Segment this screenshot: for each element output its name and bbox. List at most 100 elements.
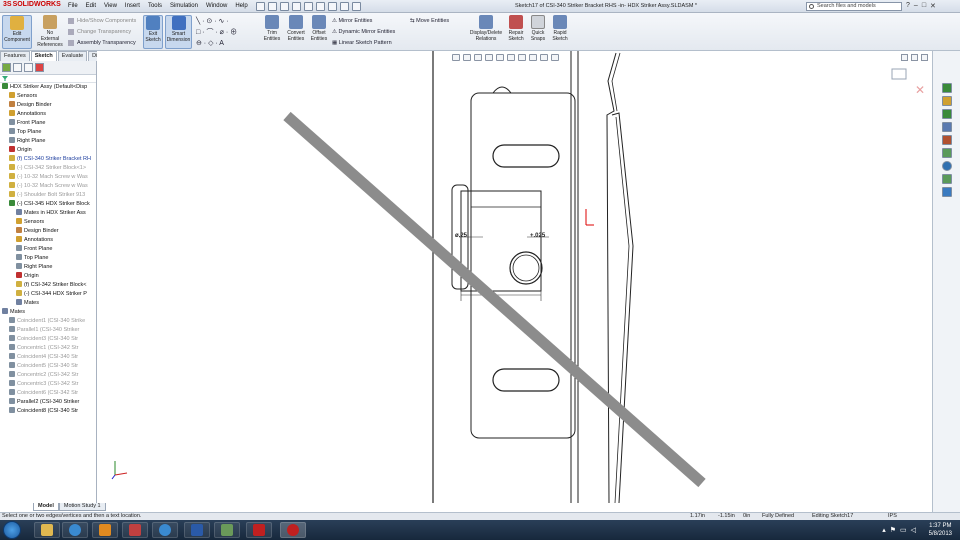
tab-evaluate[interactable]: Evaluate (57, 51, 88, 61)
file-properties-icon[interactable] (340, 2, 349, 11)
exit-sketch-button[interactable]: Exit Sketch (143, 15, 163, 49)
tree-item[interactable]: Origin (0, 146, 96, 155)
tree-item[interactable]: Coincident8 (CSI-340 Str (0, 407, 96, 416)
file-explorer-icon[interactable] (941, 109, 952, 119)
taskbar-word[interactable] (184, 522, 210, 538)
assembly-transparency-button[interactable]: Assembly Transparency (68, 38, 136, 49)
menu-edit[interactable]: Edit (86, 3, 96, 9)
trim-entities-button[interactable]: Trim Entities (262, 15, 282, 42)
tree-item[interactable]: Top Plane (0, 128, 96, 137)
tree-item[interactable]: Concentric1 (CSI-342 Str (0, 344, 96, 353)
hide-show-components-button[interactable]: Hide/Show Components (68, 16, 136, 27)
tree-item[interactable]: Annotations (0, 110, 96, 119)
tree-item[interactable]: Front Plane (0, 245, 96, 254)
tree-item[interactable]: Top Plane (0, 254, 96, 263)
graphics-area[interactable]: ✕ ø.25 +.025 (97, 51, 932, 503)
clock[interactable]: 1:37 PM 5/8/2013 (929, 522, 952, 538)
tree-item[interactable]: Right Plane (0, 137, 96, 146)
smart-dimension-button[interactable]: Smart Dimension (165, 15, 192, 49)
rectangle-tool-icon[interactable]: □ · ⌒ · ⌀ · ⊕ (196, 27, 237, 38)
new-document-icon[interactable] (256, 2, 265, 11)
flag-icon[interactable]: ⚑ (890, 526, 896, 534)
convert-entities-button[interactable]: Convert Entities (284, 15, 308, 42)
dimension-left-label[interactable]: ø.25 (455, 233, 467, 239)
close-button[interactable]: ✕ (930, 2, 936, 10)
tree-item[interactable]: Concentric2 (CSI-342 Str (0, 371, 96, 380)
network-icon[interactable]: ▭ (900, 526, 907, 534)
menu-tools[interactable]: Tools (148, 3, 162, 9)
start-button[interactable] (3, 521, 21, 539)
tree-item[interactable]: Parallel1 (CSI-340 Striker (0, 326, 96, 335)
solidworks-logo[interactable]: 3SSOLIDWORKS (3, 1, 61, 8)
taskbar-ie[interactable] (62, 522, 88, 538)
custom-properties-icon[interactable] (941, 148, 952, 158)
dimension-right-label[interactable]: +.025 (530, 233, 545, 239)
view-palette-icon[interactable] (941, 122, 952, 132)
tree-item[interactable]: HDX Striker Assy (Default<Disp (0, 83, 96, 92)
tab-sketch[interactable]: Sketch (30, 51, 57, 61)
appearances-icon[interactable] (941, 135, 952, 145)
tree-item[interactable]: (f) CSI-340 Striker Bracket RH (0, 155, 96, 164)
tree-item[interactable]: Annotations (0, 236, 96, 245)
tree-item[interactable]: (-) 10-32 Mach Screw w Was (0, 173, 96, 182)
edit-component-button[interactable]: Edit Component (2, 15, 32, 49)
tree-item[interactable]: Design Binder (0, 227, 96, 236)
linear-sketch-pattern-button[interactable]: ▦ Linear Sketch Pattern (332, 38, 395, 49)
tree-item[interactable]: Right Plane (0, 263, 96, 272)
menu-file[interactable]: File (68, 3, 78, 9)
offset-entities-button[interactable]: Offset Entities (309, 15, 329, 42)
tree-item[interactable]: (-) Shoulder Bolt Striker 913 (0, 191, 96, 200)
tree-item[interactable]: Concentric3 (CSI-342 Str (0, 380, 96, 389)
tree-filter[interactable] (0, 75, 96, 83)
taskbar-outlook[interactable] (92, 522, 118, 538)
tree-item[interactable]: Coincident3 (CSI-340 Str (0, 335, 96, 344)
mirror-entities-button[interactable]: ⚠ Mirror Entities (332, 16, 395, 27)
display-delete-relations-button[interactable]: Display/Delete Relations (468, 15, 504, 42)
configuration-manager-icon[interactable] (24, 63, 33, 72)
tab-motion-study-1[interactable]: Motion Study 1 (58, 503, 106, 511)
menu-view[interactable]: View (104, 3, 117, 9)
change-transparency-button[interactable]: Change Transparency (68, 27, 136, 38)
options-icon[interactable] (352, 2, 361, 11)
tree-item[interactable]: Origin (0, 272, 96, 281)
tree-item[interactable]: Coincident4 (CSI-340 Str (0, 353, 96, 362)
line-tool-icon[interactable]: ╲ · ⊙ · ∿ · (196, 16, 237, 27)
help-icon[interactable]: ? (906, 2, 910, 10)
move-entities-button[interactable]: ⇆ Move Entities (410, 16, 449, 27)
tree-item[interactable]: Mates (0, 308, 96, 317)
tree-item[interactable]: Coincident6 (CSI-342 Str (0, 389, 96, 398)
tree-item[interactable]: Front Plane (0, 119, 96, 128)
undo-icon[interactable] (304, 2, 313, 11)
tab-features[interactable]: Features (0, 51, 30, 61)
slot-tool-icon[interactable]: ⊖ · ◇ · A (196, 38, 237, 49)
3d-content-icon[interactable] (941, 187, 952, 197)
appearance-manager-icon[interactable] (35, 63, 44, 72)
taskbar-acrobat[interactable] (246, 522, 272, 538)
tree-item[interactable]: (-) CSI-344 HDX Striker P (0, 290, 96, 299)
open-icon[interactable] (268, 2, 277, 11)
rapid-sketch-button[interactable]: Rapid Sketch (550, 15, 570, 42)
tray-arrow-icon[interactable]: ▴ (882, 526, 886, 534)
tree-item[interactable]: Sensors (0, 218, 96, 227)
tree-item[interactable]: Coincident5 (CSI-340 Str (0, 362, 96, 371)
resources-icon[interactable] (941, 83, 952, 93)
restore-button[interactable]: □ (922, 2, 926, 10)
menu-window[interactable]: Window (206, 3, 227, 9)
tree-item[interactable]: Parallel2 (CSI-340 Striker (0, 398, 96, 407)
dynamic-mirror-button[interactable]: ⚠ Dynamic Mirror Entities (332, 27, 395, 38)
menu-help[interactable]: Help (235, 3, 247, 9)
tree-item[interactable]: Coincident1 (CSI-340 Strike (0, 317, 96, 326)
tree-item[interactable]: Mates in HDX Striker Ass (0, 209, 96, 218)
minimize-button[interactable]: – (914, 2, 918, 10)
quick-snaps-button[interactable]: Quick Snaps (528, 15, 548, 42)
tree-item[interactable]: Sensors (0, 92, 96, 101)
menu-insert[interactable]: Insert (125, 3, 140, 9)
tree-item[interactable]: (-) CSI-342 Striker Block<1> (0, 164, 96, 173)
design-library-icon[interactable] (941, 96, 952, 106)
no-external-references-button[interactable]: No External References (35, 15, 65, 48)
taskbar-explorer[interactable] (34, 522, 60, 538)
toolbox-icon[interactable] (941, 174, 952, 184)
taskbar-media[interactable] (122, 522, 148, 538)
menu-simulation[interactable]: Simulation (170, 3, 198, 9)
tree-item[interactable]: Mates (0, 299, 96, 308)
